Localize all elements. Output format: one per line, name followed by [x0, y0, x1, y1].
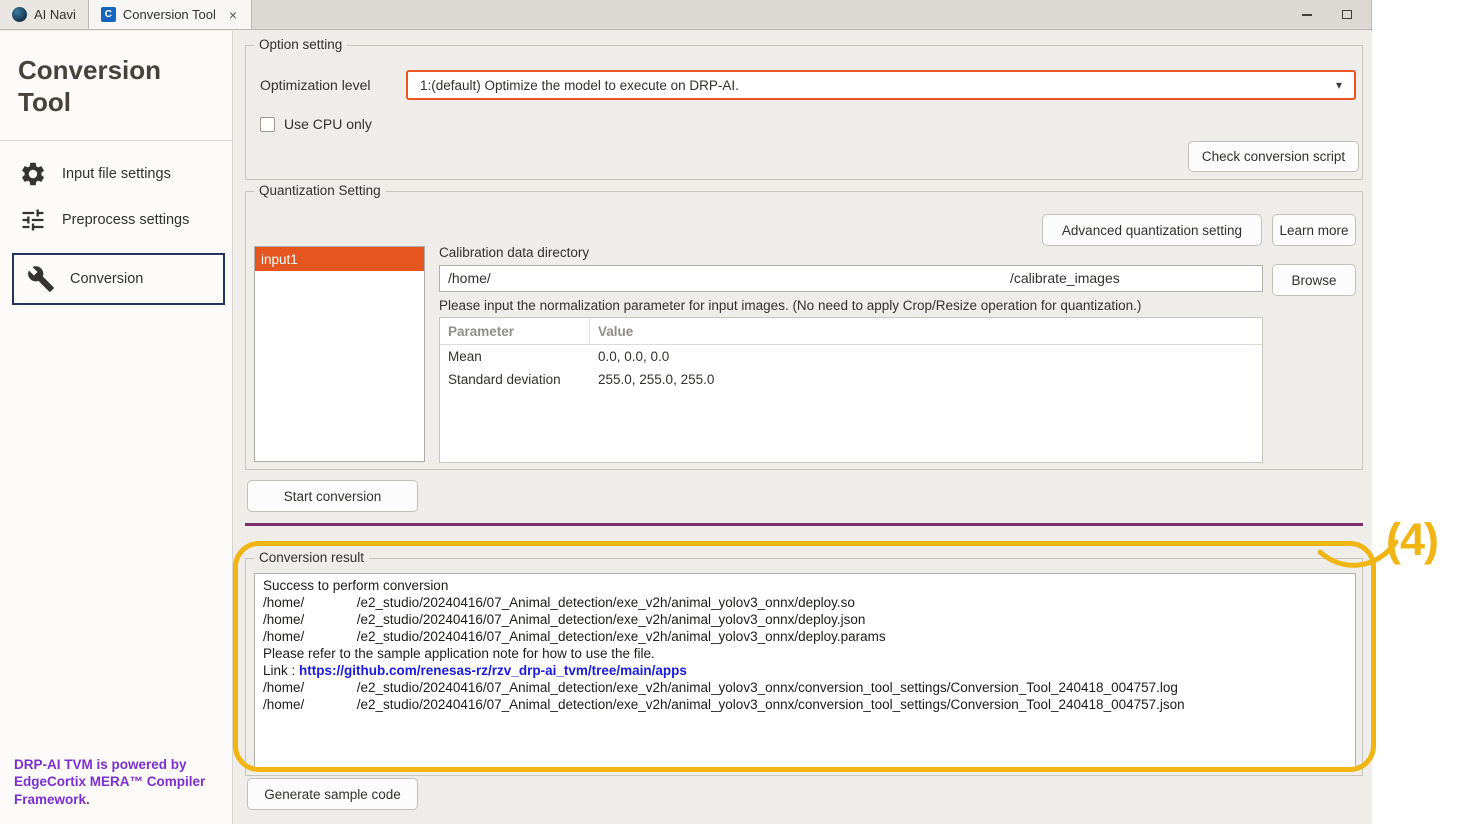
optimization-level-select[interactable]: 1:(default) Optimize the model to execut…: [406, 70, 1356, 100]
window-controls: [1297, 0, 1371, 29]
tab-conversion-tool[interactable]: C Conversion Tool ×: [89, 0, 252, 29]
sidebar-item-preprocess-settings[interactable]: Preprocess settings: [0, 197, 232, 243]
learn-more-button[interactable]: Learn more: [1272, 214, 1356, 246]
use-cpu-only-label: Use CPU only: [284, 116, 372, 132]
result-line: Please refer to the sample application n…: [263, 645, 1347, 662]
calibration-data-directory-label: Calibration data directory: [439, 245, 589, 260]
result-link[interactable]: https://github.com/renesas-rz/rzv_drp-ai…: [299, 663, 687, 678]
sidebar-item-conversion[interactable]: Conversion: [12, 253, 225, 305]
annotation-step-label: (4): [1386, 514, 1438, 566]
section-divider: [245, 523, 1363, 526]
check-conversion-script-button[interactable]: Check conversion script: [1188, 141, 1359, 172]
calibration-path-suffix: /calibrate_images: [1010, 270, 1120, 286]
sidebar: Conversion Tool Input file settings Prep…: [0, 31, 232, 824]
app-title: Conversion Tool: [0, 31, 200, 118]
sidebar-menu: Input file settings Preprocess settings …: [0, 151, 232, 305]
tab-ai-navi-label: AI Navi: [34, 7, 76, 22]
option-setting-title: Option setting: [254, 37, 347, 52]
sidebar-item-label: Input file settings: [62, 166, 171, 182]
main-panel: Option setting Optimization level 1:(def…: [232, 31, 1372, 824]
conversion-tool-window: AI Navi C Conversion Tool × Conversion T…: [0, 0, 1372, 824]
result-line: Success to perform conversion: [263, 577, 1347, 594]
minimize-icon[interactable]: [1297, 5, 1317, 25]
drp-ai-tvm-credit: DRP-AI TVM is powered by EdgeCortix MERA…: [14, 756, 210, 808]
result-line: /home/ /e2_studio/20240416/07_Animal_det…: [263, 628, 1347, 645]
sidebar-divider: [0, 140, 232, 141]
input-list-item-input1[interactable]: input1: [255, 247, 424, 271]
result-link-line: Link : https://github.com/renesas-rz/rzv…: [263, 662, 1347, 679]
use-cpu-only-checkbox[interactable]: [260, 117, 275, 132]
table-row: Mean 0.0, 0.0, 0.0: [440, 345, 1262, 368]
value-column-header: Value: [590, 324, 633, 339]
calibration-path-prefix: /home/: [448, 270, 491, 286]
parameter-value[interactable]: 255.0, 255.0, 255.0: [590, 372, 714, 387]
browse-button[interactable]: Browse: [1272, 264, 1356, 296]
optimization-level-value: 1:(default) Optimize the model to execut…: [420, 78, 739, 93]
parameter-name: Standard deviation: [440, 372, 590, 387]
parameter-value[interactable]: 0.0, 0.0, 0.0: [590, 349, 669, 364]
optimization-level-label: Optimization level: [260, 77, 371, 93]
table-row: Standard deviation 255.0, 255.0, 255.0: [440, 368, 1262, 391]
input-list: input1: [254, 246, 425, 462]
tab-ai-navi[interactable]: AI Navi: [0, 0, 89, 29]
chevron-down-icon: ▾: [1336, 78, 1342, 92]
parameter-name: Mean: [440, 349, 590, 364]
quantization-setting-group: Quantization Setting Advanced quantizati…: [245, 191, 1363, 470]
conversion-result-textarea[interactable]: Success to perform conversion /home/ /e2…: [254, 573, 1356, 769]
start-conversion-button[interactable]: Start conversion: [247, 480, 418, 512]
conversion-result-group: Conversion result Success to perform con…: [245, 558, 1363, 776]
wrench-icon: [26, 264, 56, 294]
sidebar-item-label: Conversion: [70, 271, 143, 287]
quantization-setting-title: Quantization Setting: [254, 183, 386, 198]
tab-bar: AI Navi C Conversion Tool ×: [0, 0, 1371, 30]
result-link-label: Link :: [263, 663, 299, 678]
result-line: /home/ /e2_studio/20240416/07_Animal_det…: [263, 679, 1347, 696]
sidebar-item-label: Preprocess settings: [62, 212, 189, 228]
result-line: /home/ /e2_studio/20240416/07_Animal_det…: [263, 696, 1347, 713]
conversion-tool-logo-icon: C: [101, 7, 116, 22]
table-header-row: Parameter Value: [440, 318, 1262, 345]
generate-sample-code-button[interactable]: Generate sample code: [247, 778, 418, 810]
result-line: /home/ /e2_studio/20240416/07_Animal_det…: [263, 594, 1347, 611]
calibration-directory-input[interactable]: /home/ /calibrate_images: [439, 265, 1263, 292]
sidebar-item-input-file-settings[interactable]: Input file settings: [0, 151, 232, 197]
close-tab-icon[interactable]: ×: [227, 7, 239, 23]
gear-icon: [18, 159, 48, 189]
option-setting-group: Option setting Optimization level 1:(def…: [245, 45, 1363, 180]
use-cpu-only-row: Use CPU only: [260, 116, 372, 132]
result-line: /home/ /e2_studio/20240416/07_Animal_det…: [263, 611, 1347, 628]
tab-conversion-tool-label: Conversion Tool: [123, 7, 216, 22]
advanced-quantization-setting-button[interactable]: Advanced quantization setting: [1042, 214, 1262, 246]
normalization-parameter-table: Parameter Value Mean 0.0, 0.0, 0.0 Stand…: [439, 317, 1263, 463]
maximize-icon[interactable]: [1337, 5, 1357, 25]
sliders-icon: [18, 205, 48, 235]
parameter-column-header: Parameter: [440, 318, 590, 344]
conversion-result-title: Conversion result: [254, 550, 369, 565]
screenshot-page: AI Navi C Conversion Tool × Conversion T…: [0, 0, 1482, 824]
ai-navi-logo-icon: [12, 7, 27, 22]
normalization-note: Please input the normalization parameter…: [439, 298, 1141, 313]
